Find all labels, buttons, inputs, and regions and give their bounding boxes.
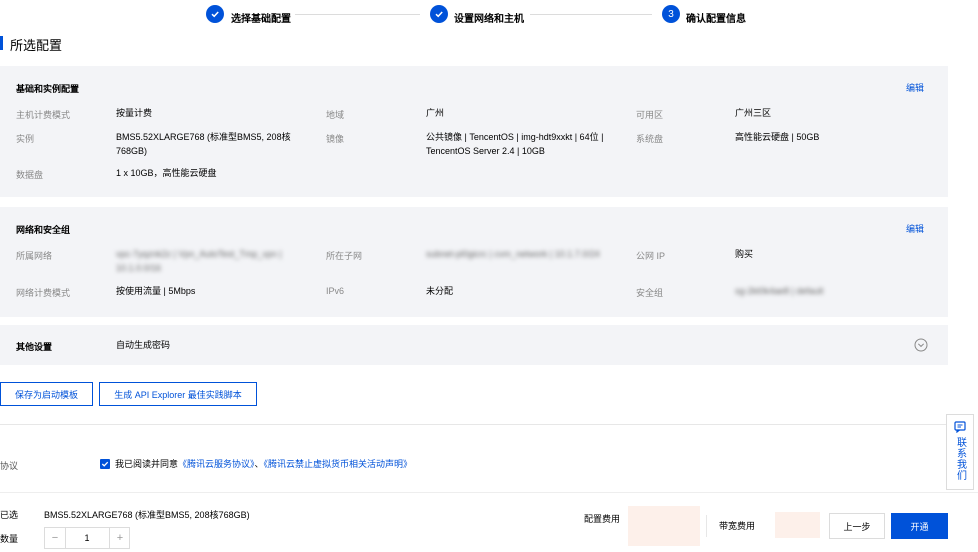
basic-config-panel: 基础和实例配置 编辑 主机计费模式 按量计费 地域 广州 可用区 广州三区 实例… [0, 66, 948, 197]
zone-value: 广州三区 [735, 108, 772, 118]
save-template-button[interactable]: 保存为启动模板 [0, 382, 93, 406]
network-panel: 网络和安全组 编辑 所属网络 vpc-7yqznk2z | Vpn_AutoTe… [0, 207, 948, 317]
image-value-line-2: TencentOS Server 2.4 | 10GB [426, 146, 545, 156]
config-fee-value-redacted [628, 506, 700, 546]
instance-label: 实例 [16, 134, 35, 144]
vpc-label: 所属网络 [16, 251, 53, 261]
ipv6-label: IPv6 [326, 286, 345, 296]
vpc-value: vpc-7yqznk2z | Vpn_AutoTest_Tmp_vpn | 10… [116, 247, 282, 275]
agreement-text-row: 我已阅读并同意《腾讯云服务协议》、《腾讯云禁止虚拟货币相关活动声明》 [115, 457, 412, 471]
selected-label: 已选 [0, 510, 19, 520]
basic-edit-link[interactable]: 编辑 [906, 81, 924, 94]
network-billing-label: 网络计费模式 [16, 288, 71, 298]
step-2-check-icon [430, 5, 448, 23]
billing-mode-value: 按量计费 [116, 108, 153, 118]
image-label: 镜像 [326, 134, 345, 144]
step-3-number: 3 [662, 5, 680, 23]
subnet-label: 所在子网 [326, 251, 363, 261]
vpc-value-line-1: vpc-7yqznk2z | Vpn_AutoTest_Tmp_vpn | [116, 249, 282, 259]
api-explorer-button[interactable]: 生成 API Explorer 最佳实践脚本 [99, 382, 257, 406]
crypto-statement-link[interactable]: 《腾讯云禁止虚拟货币相关活动声明》 [264, 459, 413, 469]
system-disk-value: 高性能云硬盘 | 50GB [735, 132, 820, 142]
step-2-label: 设置网络和主机 [454, 14, 524, 25]
instance-value-line-1: BMS5.52XLARGE768 (标准型BMS5, 208核 [116, 132, 291, 142]
zone-label: 可用区 [636, 110, 664, 120]
basic-config-title: 基础和实例配置 [16, 84, 80, 94]
selected-value: BMS5.52XLARGE768 (标准型BMS5, 208核768GB) [44, 510, 250, 520]
agreement-text: 我已阅读并同意 [115, 459, 179, 469]
network-billing-value: 按使用流量 | 5Mbps [116, 286, 196, 296]
agreement-separator: 、 [254, 459, 264, 469]
billing-mode-label: 主机计费模式 [16, 110, 71, 120]
service-agreement-link[interactable]: 《腾讯云服务协议》 [178, 459, 255, 469]
quantity-stepper: − 1 + [44, 527, 130, 549]
data-disk-value: 1 x 10GB，高性能云硬盘 [116, 168, 217, 178]
quantity-input[interactable]: 1 [67, 528, 107, 548]
page-title: 所选配置 [10, 38, 63, 53]
agreement-label: 协议 [0, 461, 19, 471]
title-accent-bar [0, 36, 3, 50]
system-disk-label: 系统盘 [636, 134, 664, 144]
quantity-minus-button[interactable]: − [45, 528, 66, 548]
prev-step-button[interactable]: 上一步 [829, 513, 885, 539]
bandwidth-fee-value-redacted [775, 512, 820, 538]
data-disk-label: 数据盘 [16, 170, 44, 180]
instance-value-line-2: 768GB) [116, 146, 148, 156]
step-3-label: 确认配置信息 [686, 14, 746, 25]
image-value-line-1: 公共镜像 | TencentOS | img-hdt9xxkt | 64位 | [426, 132, 604, 142]
subnet-value: subnet-pl0gicrc | cvm_network | 10.1.7.0… [426, 249, 600, 259]
step-connector [530, 14, 652, 15]
expand-chevron-icon[interactable] [914, 338, 928, 352]
quantity-plus-button[interactable]: + [109, 528, 130, 548]
public-ip-value: 购买 [735, 249, 754, 259]
network-title: 网络和安全组 [16, 225, 71, 235]
other-settings-title: 其他设置 [16, 342, 53, 352]
quantity-label: 数量 [0, 534, 19, 544]
region-value: 广州 [426, 108, 445, 118]
contact-us-text: 联系我们 [954, 437, 966, 481]
contact-us-widget[interactable]: 联系我们 [946, 414, 974, 490]
config-fee-label: 配置费用 [584, 514, 621, 524]
security-group-value: sg-2kt0k4ae8 | default [735, 286, 824, 296]
network-edit-link[interactable]: 编辑 [906, 222, 924, 235]
submit-button[interactable]: 开通 [891, 513, 948, 539]
bandwidth-fee-label: 带宽费用 [719, 521, 756, 531]
security-group-label: 安全组 [636, 288, 664, 298]
chat-icon [954, 421, 966, 433]
instance-value: BMS5.52XLARGE768 (标准型BMS5, 208核 768GB) [116, 130, 291, 158]
other-settings-panel[interactable]: 其他设置 自动生成密码 [0, 325, 948, 365]
step-1-label: 选择基础配置 [231, 14, 291, 25]
checkmark-icon [101, 461, 109, 467]
agreement-checkbox[interactable] [100, 459, 110, 469]
region-label: 地域 [326, 110, 345, 120]
step-1-check-icon [206, 5, 224, 23]
fee-divider [706, 515, 707, 537]
other-settings-value: 自动生成密码 [116, 340, 171, 350]
ipv6-value: 未分配 [426, 286, 454, 296]
image-value: 公共镜像 | TencentOS | img-hdt9xxkt | 64位 | … [426, 130, 603, 158]
divider [0, 424, 960, 425]
vpc-value-line-2: 10.1.0.0/16 [116, 263, 162, 273]
public-ip-label: 公网 IP [636, 251, 666, 261]
step-connector [295, 14, 420, 15]
